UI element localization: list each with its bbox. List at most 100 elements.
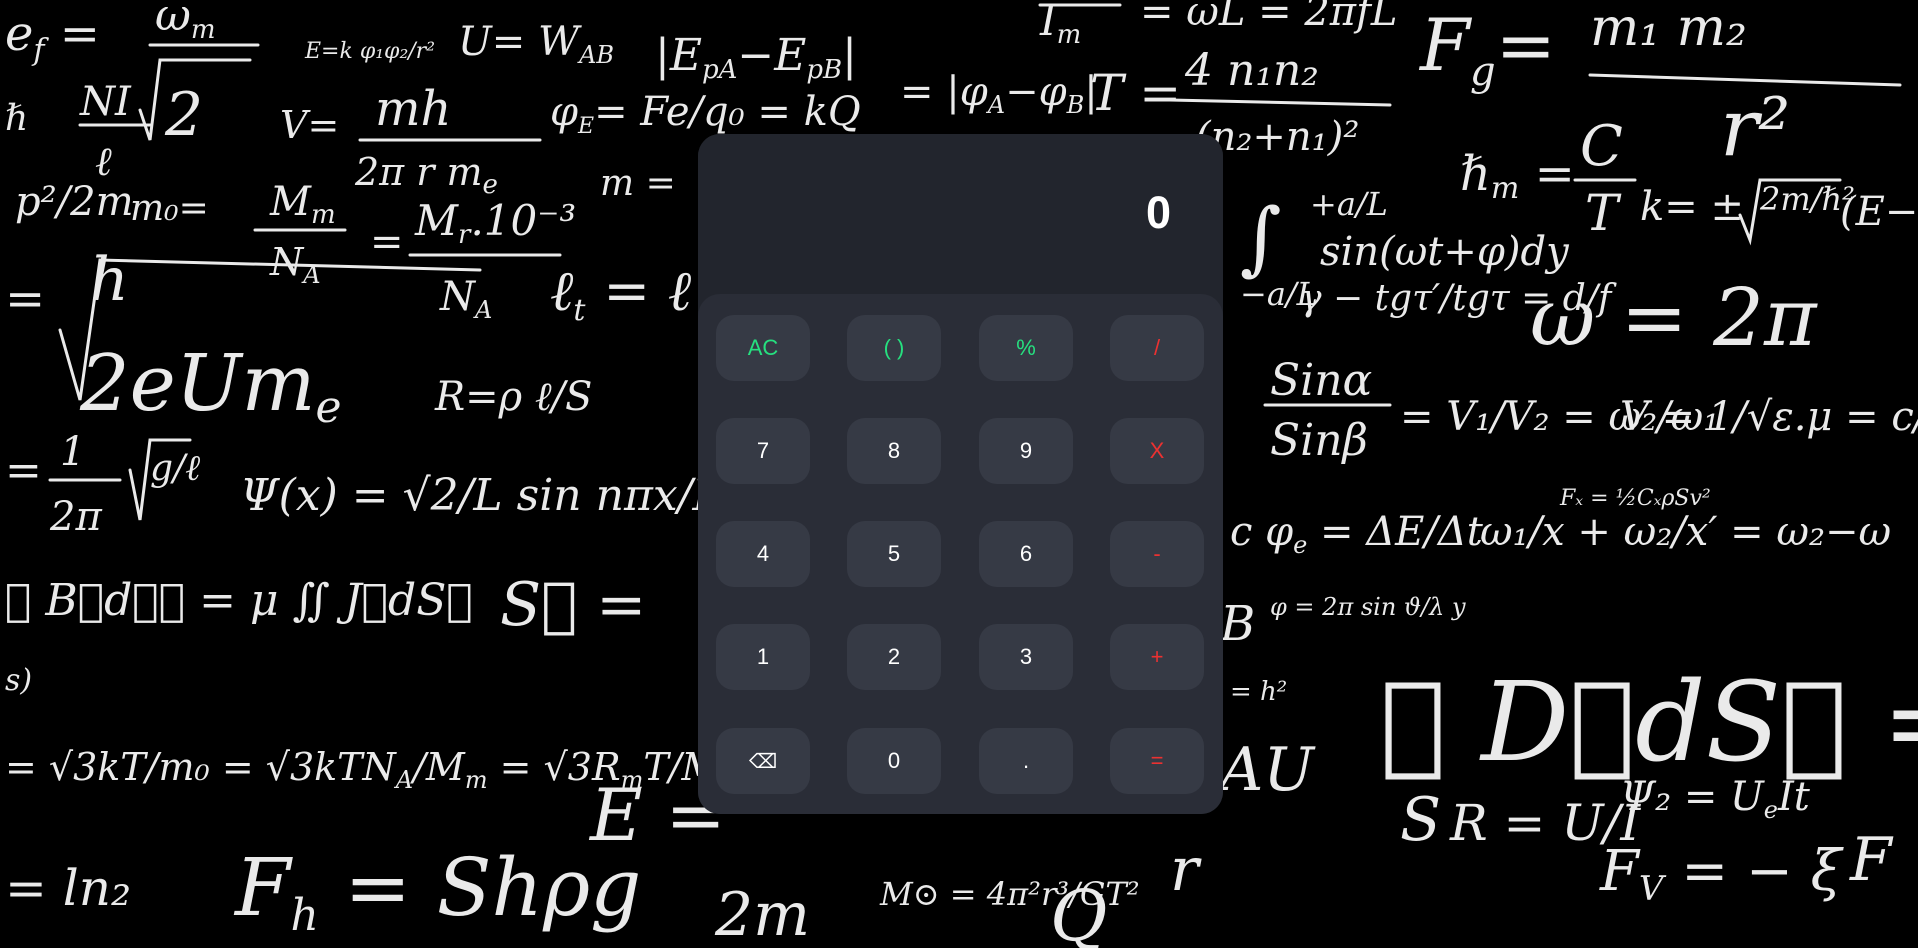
svg-text:ℏ: ℏ [5,98,28,139]
clear-button[interactable]: AC [716,315,810,381]
svg-text:φ = 2π sin ϑ/λ y: φ = 2π sin ϑ/λ y [1270,593,1466,621]
parentheses-button[interactable]: ( ) [847,315,941,381]
svg-text:ω₁/x + ω₂/x′ = ω₂−ω: ω₁/x + ω₂/x′ = ω₂−ω [1480,509,1891,555]
decimal-label: . [1022,748,1030,773]
backspace-icon: ⌫ [748,749,778,773]
svg-text:∯ D⃗dS⃗ = Q: ∯ D⃗dS⃗ = Q [1380,658,1918,786]
svg-text:s): s) [5,663,32,698]
svg-text:= h²: = h² [1230,677,1287,707]
svg-text:R=ρ ℓ/S: R=ρ ℓ/S [434,374,592,420]
svg-text:k= ±: k= ± [1640,184,1744,230]
svg-text:E=k φ₁φ₂/r²: E=k φ₁φ₂/r² [304,39,435,64]
svg-text:p²/2m: p²/2m [15,179,134,225]
digit-2-label: 2 [887,644,901,669]
decimal-button[interactable]: . [979,728,1073,794]
svg-text:B: B [1219,596,1255,652]
svg-text:Mm: Mm [269,179,336,230]
svg-text:ℓt = ℓ: ℓt = ℓ [550,259,692,328]
digit-0-label: 0 [887,748,901,773]
equals-label: = [1150,748,1164,773]
digit-7-label: 7 [756,438,770,463]
svg-text:NA: NA [439,274,492,324]
svg-text:Fg=: Fg= [1418,3,1556,95]
digit-9-label: 9 [1019,438,1033,463]
svg-text:S⃗ =: S⃗ = [500,570,646,640]
svg-text:ω = 2π: ω = 2π [1530,271,1818,364]
svg-text:|EpA−EpB|: |EpA−EpB| [655,30,857,85]
svg-text:c φe = ΔE/Δt: c φe = ΔE/Δt [1230,509,1484,559]
svg-text:2: 2 [164,80,203,150]
svg-text:Fₓ = ½CₓρSv²: Fₓ = ½CₓρSv² [1559,486,1711,511]
svg-text:FV = − ξ: FV = − ξ [1599,839,1845,909]
digit-8-label: 8 [887,438,901,463]
svg-text:AU: AU [1215,735,1316,805]
svg-text:=: = [5,271,45,327]
svg-text:Ψ₂ = UeIt: Ψ₂ = UeIt [1620,774,1811,824]
svg-text:=: = [370,219,404,265]
digit-1-button[interactable]: 1 [716,624,810,690]
digit-5-button[interactable]: 5 [847,521,941,587]
svg-text:2π: 2π [49,494,102,540]
svg-text:ωm: ωm [155,0,216,45]
svg-text:∫: ∫ [1240,191,1282,284]
multiply-button[interactable]: X [1110,418,1204,484]
digit-4-label: 4 [756,541,770,566]
svg-text:T =: T = [1090,64,1181,122]
svg-text:2m: 2m [714,880,810,948]
svg-text:Sinα: Sinα [1270,355,1372,406]
clear-label: AC [747,335,779,360]
svg-text:ℏm =: ℏm = [1460,146,1575,206]
svg-text:Ψ(x) = √2/L sin nπx/L: Ψ(x) = √2/L sin nπx/L [240,470,722,521]
digit-9-button[interactable]: 9 [979,418,1073,484]
svg-text:V=: V= [280,103,339,147]
digit-3-label: 3 [1019,644,1033,669]
digit-5-label: 5 [887,541,901,566]
svg-text:+a/L: +a/L [1310,185,1388,223]
digit-0-button[interactable]: 0 [847,728,941,794]
digit-4-button[interactable]: 4 [716,521,810,587]
svg-text:φE= Fe/q₀ = kQ: φE= Fe/q₀ = kQ [550,89,861,139]
digit-6-button[interactable]: 6 [979,521,1073,587]
divide-label: / [1153,335,1161,360]
svg-text:r: r [1170,835,1202,905]
parentheses-label: ( ) [883,335,905,360]
digit-3-button[interactable]: 3 [979,624,1073,690]
svg-text:Im: Im [1039,0,1081,50]
svg-text:r²: r² [1720,81,1790,174]
multiply-label: X [1149,438,1165,463]
svg-text:4 n₁n₂: 4 n₁n₂ [1184,45,1319,96]
digit-7-button[interactable]: 7 [716,418,810,484]
digit-8-button[interactable]: 8 [847,418,941,484]
divide-button[interactable]: / [1110,315,1204,381]
digit-2-button[interactable]: 2 [847,624,941,690]
add-button[interactable]: + [1110,624,1204,690]
svg-text:V = 1/√ε.μ = c/√ε r: V = 1/√ε.μ = c/√ε r [1620,394,1918,440]
calculator: 0 AC ( )% / 7 8 9 X 4 5 6 - 1 2 3 + ⌫ 0. = [698,134,1223,814]
svg-text:g/ℓ: g/ℓ [150,448,200,489]
svg-text:C: C [1580,114,1623,179]
subtract-button[interactable]: - [1110,521,1204,587]
svg-text:Sinβ: Sinβ [1270,415,1368,466]
svg-text:Mr.10⁻³: Mr.10⁻³ [414,196,576,250]
svg-text:Q: Q [1050,875,1107,948]
svg-text:m₀=: m₀= [130,188,209,229]
percent-button[interactable]: % [979,315,1073,381]
svg-text:m₁ m₂: m₁ m₂ [1590,0,1747,58]
calculator-keypad: AC ( )% / 7 8 9 X 4 5 6 - 1 2 3 + ⌫ 0. = [698,294,1223,814]
svg-text:mh: mh [375,81,451,137]
display-value: 0 [1145,187,1171,238]
svg-text:S: S [1400,785,1441,855]
svg-text:= ωL = 2πfL: = ωL = 2πfL [1140,0,1397,35]
app-stage: ef = ωm E=k φ₁φ₂/r² U= WAB |EpA−EpB| Im … [0,0,1918,948]
svg-text:1: 1 [60,429,85,475]
percent-label: % [1016,335,1036,360]
svg-text:Fh = Shρg: Fh = Shρg [233,841,641,941]
equals-button[interactable]: = [1110,728,1204,794]
calculator-display: 0 [698,134,1223,294]
add-label: + [1150,644,1164,669]
svg-text:(E−V: (E−V [1840,189,1918,235]
backspace-button[interactable]: ⌫ [716,728,810,794]
digit-1-label: 1 [756,644,770,669]
svg-text:U= WAB: U= WAB [458,19,614,69]
subtract-label: - [1153,541,1161,566]
